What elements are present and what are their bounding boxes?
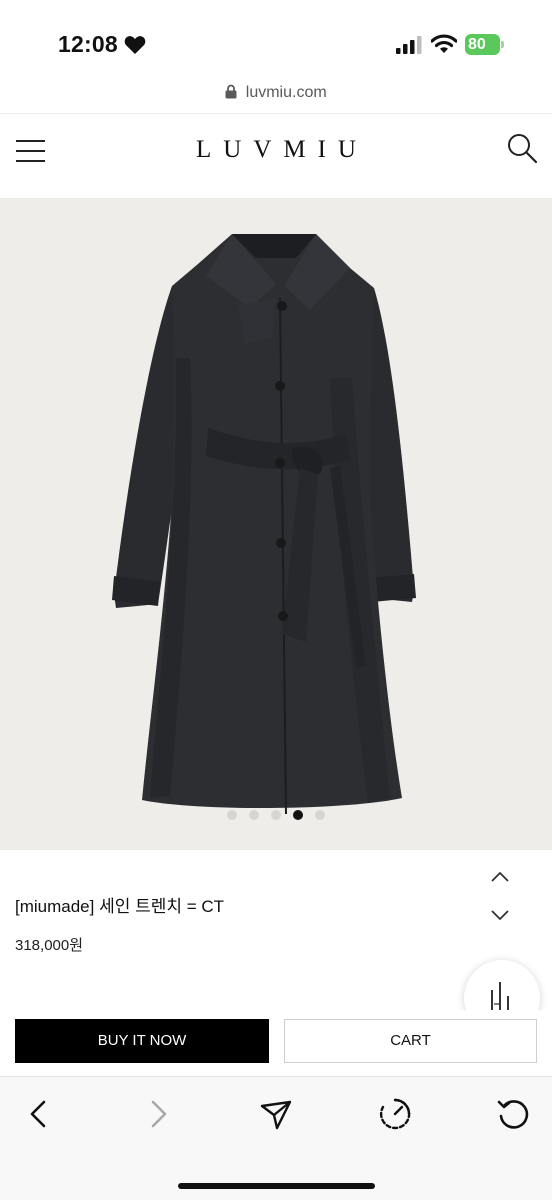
product-image[interactable]: [0, 198, 552, 850]
purchase-actions: BUY IT NOW CART: [0, 1010, 552, 1076]
carousel-dot[interactable]: [249, 810, 259, 820]
chevron-up-icon[interactable]: [490, 870, 510, 884]
battery-level: 80: [468, 36, 486, 53]
status-time: 12:08: [58, 31, 118, 57]
status-bar: 12:08 80: [0, 0, 552, 84]
search-icon[interactable]: [506, 132, 538, 164]
buy-now-button[interactable]: BUY IT NOW: [15, 1019, 269, 1063]
speed-icon[interactable]: [378, 1097, 412, 1131]
trench-coat-image: [112, 234, 416, 815]
product-price: 318,000원: [15, 937, 84, 954]
carousel-dot[interactable]: [227, 810, 237, 820]
chevron-down-icon[interactable]: [490, 908, 510, 922]
cart-button[interactable]: CART: [284, 1019, 537, 1063]
share-icon[interactable]: [259, 1097, 293, 1131]
home-indicator[interactable]: [178, 1183, 375, 1189]
lock-icon: [225, 84, 237, 99]
carousel-dot[interactable]: [315, 810, 325, 820]
site-header: LUVMIU: [0, 114, 552, 198]
address-bar[interactable]: luvmiu.com: [0, 84, 552, 114]
browser-toolbar: [0, 1076, 552, 1200]
carousel-dots[interactable]: [0, 810, 552, 820]
forward-icon[interactable]: [141, 1097, 175, 1131]
wifi-icon: [431, 34, 457, 53]
signal-icon: [396, 36, 422, 54]
carousel-dot[interactable]: [271, 810, 281, 820]
back-icon[interactable]: [22, 1097, 56, 1131]
carousel-dot-active[interactable]: [293, 810, 303, 820]
battery-icon: 80: [465, 34, 505, 56]
reload-icon[interactable]: [496, 1097, 530, 1131]
heart-icon: [124, 36, 146, 54]
product-name: [miumade] 세인 트렌치 = CT: [15, 897, 225, 916]
url-text: luvmiu.com: [245, 84, 327, 101]
product-info: [miumade] 세인 트렌치 = CT 318,000원: [0, 850, 552, 1036]
site-logo[interactable]: LUVMIU: [0, 136, 552, 164]
